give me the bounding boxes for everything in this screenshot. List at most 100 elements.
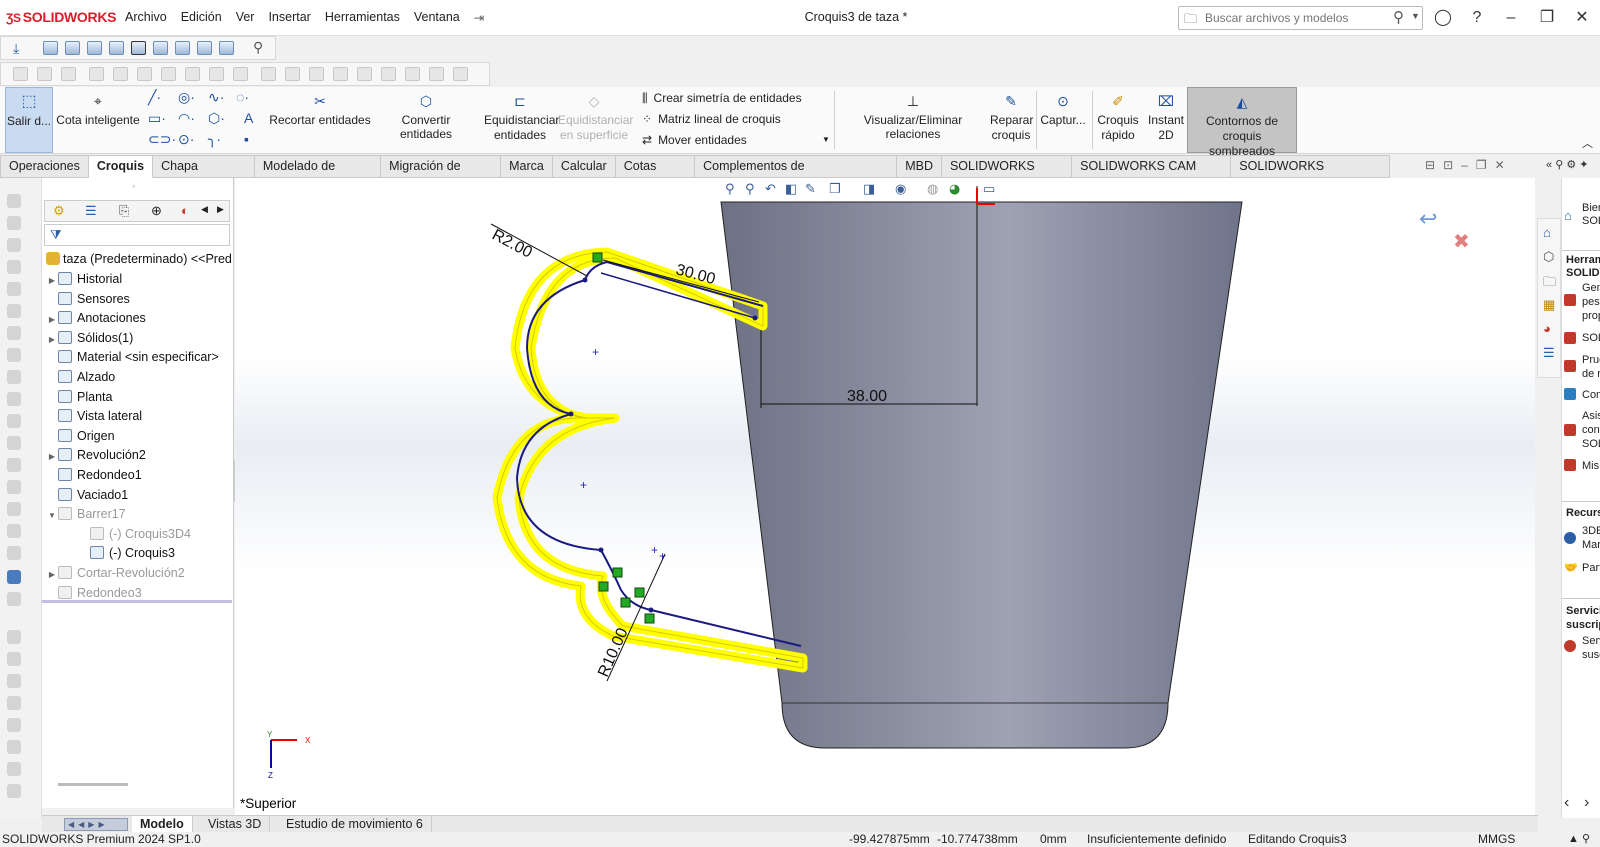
taskpane-back-icon[interactable]: ‹ [1564,794,1569,812]
home-icon[interactable]: ⌂ [1543,225,1551,240]
close-icon[interactable]: ✕ [1568,6,1596,30]
tabs-right-arrow-icon[interactable]: ▶ [217,204,224,215]
tab-operaciones[interactable]: Operaciones [0,155,89,178]
view-left-icon[interactable] [87,41,102,55]
rollback-bar[interactable] [42,600,232,603]
tab-croquis[interactable]: Croquis [88,155,154,178]
plane-icon[interactable]: ▪ [244,131,249,147]
trim-entities-button[interactable]: ✂ Recortar entidades [268,87,372,153]
previous-view-icon[interactable]: ↶ [765,182,776,197]
tree-horizontal-scrollbar[interactable] [58,783,128,786]
tool-5-line-2[interactable]: config [1582,424,1600,437]
search-icon[interactable]: ⚲ [1393,8,1404,26]
circle-icon[interactable]: ◎· [178,89,195,106]
relation-marker[interactable] [598,581,609,592]
dim-38-label[interactable]: 38.00 [847,388,887,405]
normal-to-icon[interactable]: ⤓ [13,40,19,57]
tool-3-line-2[interactable]: de ren [1582,368,1600,381]
tree-node[interactable]: (-) Croquis3 [78,543,175,563]
resource-1-line-1[interactable]: 3DEXI [1582,525,1600,538]
text-icon[interactable]: A [244,110,253,126]
tree-root[interactable]: taza (Predeterminado) <<Pred [46,249,232,269]
offset-entities-button[interactable]: ⊏ Equidistanciar entidades [484,87,559,153]
tool-4-line-1[interactable]: Comp [1582,389,1600,402]
property-manager-tab-icon[interactable]: ☰ [85,203,97,219]
spline-icon[interactable]: ∿· [208,89,224,106]
tab-mbd[interactable]: MBD [897,155,942,178]
tree-node[interactable]: ▶ Cortar-Revolución2 [46,563,185,583]
collapse-taskpane-icon[interactable]: « [1546,159,1552,171]
vp-minimize-icon[interactable]: – [1461,158,1476,172]
graphics-canvas[interactable]: 38.00 + + + + R2.00 30.00 R10.00 ⚲ ⚲ ↶ ◧… [235,178,1535,816]
taskpane-forward-icon[interactable]: › [1584,794,1589,812]
dim-r2-label[interactable]: R2.00 [489,227,535,262]
graphics-area[interactable]: 38.00 + + + + R2.00 30.00 R10.00 ⚲ ⚲ ↶ ◧… [235,178,1535,816]
relation-marker[interactable] [634,587,645,598]
file-explorer-icon[interactable]: 🗀 [1543,273,1556,295]
search-dropdown-icon[interactable]: ▼ [1411,11,1420,21]
custom-properties-icon[interactable]: ☰ [1543,345,1555,361]
relation-marker[interactable] [620,597,631,608]
tree-node[interactable]: Alzado [46,367,115,387]
tool-1-line-2[interactable]: pesta [1582,296,1600,309]
tree-node[interactable]: ▶ Sólidos(1) [46,328,133,348]
3d-sketch-icon[interactable] [7,570,21,584]
tool-3-line-1[interactable]: Prueb [1582,354,1600,367]
tree-node[interactable]: Material <sin especificar> [46,347,219,367]
tree-node[interactable]: ▶ Historial [46,269,122,289]
tab-chapa-metalica[interactable]: Chapa metálica [153,155,255,194]
expand-arrow-icon[interactable]: ▼ [46,506,58,526]
tab-solidworks-inspection[interactable]: SOLIDWORKS Inspection [1231,155,1390,194]
point-icon[interactable]: ◌· [236,89,249,105]
arc-icon[interactable]: ◠· [178,110,195,127]
restore-icon[interactable]: ❐ [1533,6,1561,30]
tab-complementos[interactable]: Complementos de SOLIDWORKS [695,155,898,194]
tab-migracion-datos[interactable]: Migración de datos [381,155,502,194]
tab-cotas-mbd[interactable]: Cotas MBD [615,155,696,194]
view-front-icon[interactable] [43,41,58,55]
tool-1-line-1[interactable]: Gener [1582,282,1600,295]
sketch-point[interactable] [582,277,588,283]
quick-sketch-button[interactable]: ✐ Croquis rápido [1094,87,1142,153]
tool-6-line-1[interactable]: Mis p [1582,460,1600,473]
display-relations-button[interactable]: ⊥ Visualizar/Eliminar relaciones [838,87,988,153]
display-manager-tab-icon[interactable]: ◐ [181,203,189,218]
resource-1-line-2[interactable]: Marke [1582,539,1600,552]
tab-calcular[interactable]: Calcular [552,155,616,178]
taskpane-search-icon[interactable]: ⚲ [1555,159,1563,171]
help-icon[interactable]: ? [1463,6,1491,30]
welcome-line-2[interactable]: SOLID [1582,215,1600,228]
unit-system[interactable]: MMGS [1478,832,1515,847]
instant2d-button[interactable]: ⌧ Instant 2D [1144,87,1188,153]
mirror-entities-button[interactable]: ⫼ Crear simetría de entidades [642,91,802,106]
section-view-icon[interactable]: ◧ [785,182,797,197]
dynamic-annotation-icon[interactable]: ✎ [805,182,816,197]
tree-node[interactable]: Sensores [46,289,130,309]
appearance-icon[interactable]: ◍ [927,182,938,197]
service-1-line-1[interactable]: Servic [1582,635,1600,648]
circle-center-icon[interactable]: ⊙· [178,131,194,148]
zoom-area-icon[interactable]: ⚲ [745,182,755,197]
search-box[interactable]: 🗀 ⚲ ▼ [1178,6,1423,30]
link-view-icon[interactable]: ⚲ [253,39,263,56]
tree-filter[interactable]: ⧩ [44,224,230,246]
split-icon[interactable]: ⊡ [1443,158,1461,172]
tab-solidworks-cam[interactable]: SOLIDWORKS CAM [941,155,1073,194]
tree-node[interactable]: Vaciado1 [46,485,128,505]
repair-sketch-button[interactable]: ✎ Reparar croquis [990,87,1033,153]
taskpane-pin-icon[interactable]: ✦ [1579,159,1588,171]
view-settings-icon[interactable]: ▭ [983,182,995,197]
shaded-contours-button[interactable]: ◭ Contornos de croquis sombreados [1187,87,1297,158]
sketch-point[interactable] [752,315,758,321]
tab-nav-arrows[interactable]: ◀◀▶▶ [64,818,128,831]
cancel-sketch-icon[interactable]: ✖ [1453,231,1470,253]
feature-manager-tab-icon[interactable]: ⚙ [53,203,65,219]
confirm-sketch-icon[interactable]: ↩ [1419,206,1437,231]
tool-1-line-3[interactable]: propi [1582,310,1600,323]
sketch-point[interactable] [648,607,654,613]
minimize-icon[interactable]: – [1497,6,1525,30]
tab-estudio-movimiento[interactable]: Estudio de movimiento 6 [278,816,432,833]
tab-solidworks-cam-tbm[interactable]: SOLIDWORKS CAM TBM [1072,155,1232,194]
tree-node[interactable]: ▶ Revolución2 [46,445,146,465]
relation-marker[interactable] [644,613,655,624]
